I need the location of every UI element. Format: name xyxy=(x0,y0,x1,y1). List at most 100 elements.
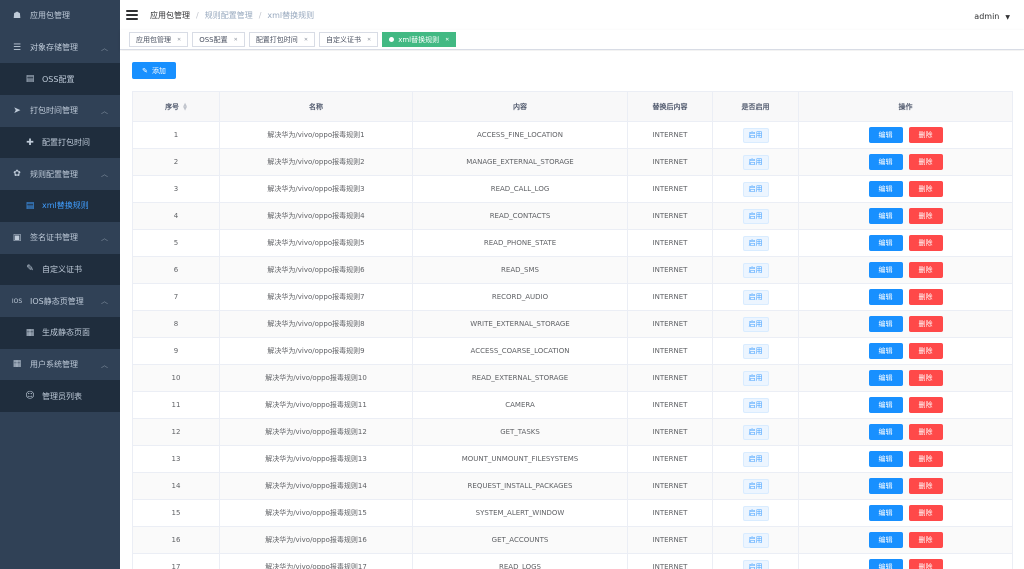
cell-id: 13 xyxy=(132,445,220,473)
sidebar-item-label: IOS静态页管理 xyxy=(30,296,84,306)
cell-replace: INTERNET xyxy=(627,553,713,569)
cell-name: 解决华为/vivo/oppo报毒规则6 xyxy=(219,256,413,284)
tag-item[interactable]: 应用包管理 ✕ xyxy=(129,32,189,47)
delete-button[interactable]: 删除 xyxy=(908,343,943,359)
delete-button[interactable]: 删除 xyxy=(908,559,943,569)
edit-button[interactable]: 编辑 xyxy=(868,532,903,548)
delete-button[interactable]: 删除 xyxy=(908,154,943,170)
edit-button[interactable]: 编辑 xyxy=(868,478,903,494)
column-header-actions: 操作 xyxy=(798,91,1013,122)
table-row: 15 解决华为/vivo/oppo报毒规则15 SYSTEM_ALERT_WINDO… xyxy=(132,499,1013,527)
cell-content: CAMERA xyxy=(412,391,628,419)
close-icon[interactable]: ✕ xyxy=(445,37,449,43)
cell-actions: 编辑 删除 xyxy=(798,283,1013,311)
delete-button[interactable]: 删除 xyxy=(908,424,943,440)
close-icon[interactable]: ✕ xyxy=(367,37,371,43)
hamburger-menu-icon[interactable] xyxy=(126,10,138,20)
column-header-content: 内容 xyxy=(412,91,628,122)
close-icon[interactable]: ✕ xyxy=(177,37,181,43)
add-button-label: 添加 xyxy=(151,66,166,75)
tag-item[interactable]: 配置打包时间 ✕ xyxy=(248,32,316,47)
table-row: 7 解决华为/vivo/oppo报毒规则7 RECORD_AUDIO INTERNET… xyxy=(132,283,1013,311)
edit-button[interactable]: 编辑 xyxy=(868,208,903,224)
delete-button[interactable]: 删除 xyxy=(908,181,943,197)
cell-actions: 编辑 删除 xyxy=(798,310,1013,338)
edit-button[interactable]: 编辑 xyxy=(868,316,903,332)
sort-icon[interactable]: ▲ ▼ xyxy=(183,102,187,111)
cell-content: MOUNT_UNMOUNT_FILESYSTEMS xyxy=(412,445,628,473)
sidebar-item[interactable]: ✿ 规则配置管理 ︿ xyxy=(0,158,120,190)
delete-button[interactable]: 删除 xyxy=(908,370,943,386)
column-header-name: 名称 xyxy=(219,91,413,122)
move-icon: ✚ xyxy=(26,137,34,148)
column-header-id[interactable]: 序号 ▲ ▼ xyxy=(132,91,220,122)
cell-id: 3 xyxy=(132,175,220,203)
edit-button[interactable]: 编辑 xyxy=(868,397,903,413)
delete-button[interactable]: 删除 xyxy=(908,316,943,332)
edit-button[interactable]: 编辑 xyxy=(868,505,903,521)
edit-button[interactable]: 编辑 xyxy=(868,154,903,170)
user-dropdown[interactable]: admin ▼ xyxy=(974,12,1010,21)
edit-button[interactable]: 编辑 xyxy=(868,451,903,467)
cell-replace: INTERNET xyxy=(627,283,713,311)
sidebar-item[interactable]: ▤ OSS配置 xyxy=(0,63,120,96)
status-badge: 启用 xyxy=(742,316,769,332)
cell-id: 17 xyxy=(132,553,220,569)
edit-button[interactable]: 编辑 xyxy=(868,289,903,305)
edit-button[interactable]: 编辑 xyxy=(868,343,903,359)
sidebar-item[interactable]: ▦ 用户系统管理 ︿ xyxy=(0,349,120,381)
delete-button[interactable]: 删除 xyxy=(908,208,943,224)
status-badge: 启用 xyxy=(742,532,769,548)
cell-id: 2 xyxy=(132,148,220,176)
cell-actions: 编辑 删除 xyxy=(798,526,1013,554)
edit-button[interactable]: 编辑 xyxy=(868,370,903,386)
cell-name: 解决华为/vivo/oppo报毒规则13 xyxy=(219,445,413,473)
cell-name: 解决华为/vivo/oppo报毒规则9 xyxy=(219,337,413,365)
cell-replace: INTERNET xyxy=(627,445,713,473)
sidebar-item[interactable]: IOS IOS静态页管理 ︿ xyxy=(0,285,120,317)
delete-button[interactable]: 删除 xyxy=(908,478,943,494)
delete-button[interactable]: 删除 xyxy=(908,289,943,305)
breadcrumb-item-2[interactable]: 规则配置管理 xyxy=(205,10,253,21)
sidebar-item[interactable]: ▤ xml替换规则 xyxy=(0,190,120,222)
delete-button[interactable]: 删除 xyxy=(908,127,943,143)
sidebar-item[interactable]: ☺ 管理员列表 xyxy=(0,380,120,412)
sidebar-item[interactable]: ✚ 配置打包时间 xyxy=(0,126,120,159)
tag-item[interactable]: OSS配置 ✕ xyxy=(192,32,245,47)
delete-button[interactable]: 删除 xyxy=(908,451,943,467)
cell-replace: INTERNET xyxy=(627,337,713,365)
delete-button[interactable]: 删除 xyxy=(908,505,943,521)
cell-replace: INTERNET xyxy=(627,472,713,500)
edit-button[interactable]: 编辑 xyxy=(868,235,903,251)
sidebar-item[interactable]: ☗ 应用包管理 xyxy=(0,0,120,32)
tag-item[interactable]: 自定义证书 ✕ xyxy=(319,32,379,47)
breadcrumb-item-1[interactable]: 应用包管理 xyxy=(150,10,190,21)
delete-button[interactable]: 删除 xyxy=(908,397,943,413)
tag-label: OSS配置 xyxy=(199,35,228,44)
tag-item[interactable]: xml替换规则 ✕ xyxy=(382,32,457,47)
edit-button[interactable]: 编辑 xyxy=(868,262,903,278)
delete-button[interactable]: 删除 xyxy=(908,532,943,548)
column-header-replace: 替换后内容 xyxy=(627,91,713,122)
sidebar-item[interactable]: ▦ 生成静态页面 xyxy=(0,316,120,349)
sidebar-item[interactable]: ✎ 自定义证书 xyxy=(0,253,120,286)
sidebar-item[interactable]: ▣ 签名证书管理 ︿ xyxy=(0,222,120,254)
edit-button[interactable]: 编辑 xyxy=(868,559,903,569)
breadcrumb-separator: / xyxy=(196,10,199,20)
edit-button[interactable]: 编辑 xyxy=(868,424,903,440)
delete-button[interactable]: 删除 xyxy=(908,262,943,278)
edit-button[interactable]: 编辑 xyxy=(868,181,903,197)
close-icon[interactable]: ✕ xyxy=(304,37,308,43)
cell-content: READ_CONTACTS xyxy=(412,202,628,230)
table-row: 17 解决华为/vivo/oppo报毒规则17 READ_LOGS INTERNET 启… xyxy=(132,553,1013,569)
delete-button[interactable]: 删除 xyxy=(908,235,943,251)
edit-button[interactable]: 编辑 xyxy=(868,127,903,143)
sidebar-item[interactable]: ☰ 对象存储管理 ︿ xyxy=(0,32,120,64)
table-row: 13 解决华为/vivo/oppo报毒规则13 MOUNT_UNMOUNT_FILE… xyxy=(132,445,1013,473)
add-button[interactable]: ✎ 添加 xyxy=(132,62,176,79)
sidebar-item[interactable]: ➤ 打包时间管理 ︿ xyxy=(0,95,120,127)
cell-id: 9 xyxy=(132,337,220,365)
cell-enabled: 启用 xyxy=(712,175,799,203)
status-badge: 启用 xyxy=(742,262,769,278)
close-icon[interactable]: ✕ xyxy=(234,37,238,43)
